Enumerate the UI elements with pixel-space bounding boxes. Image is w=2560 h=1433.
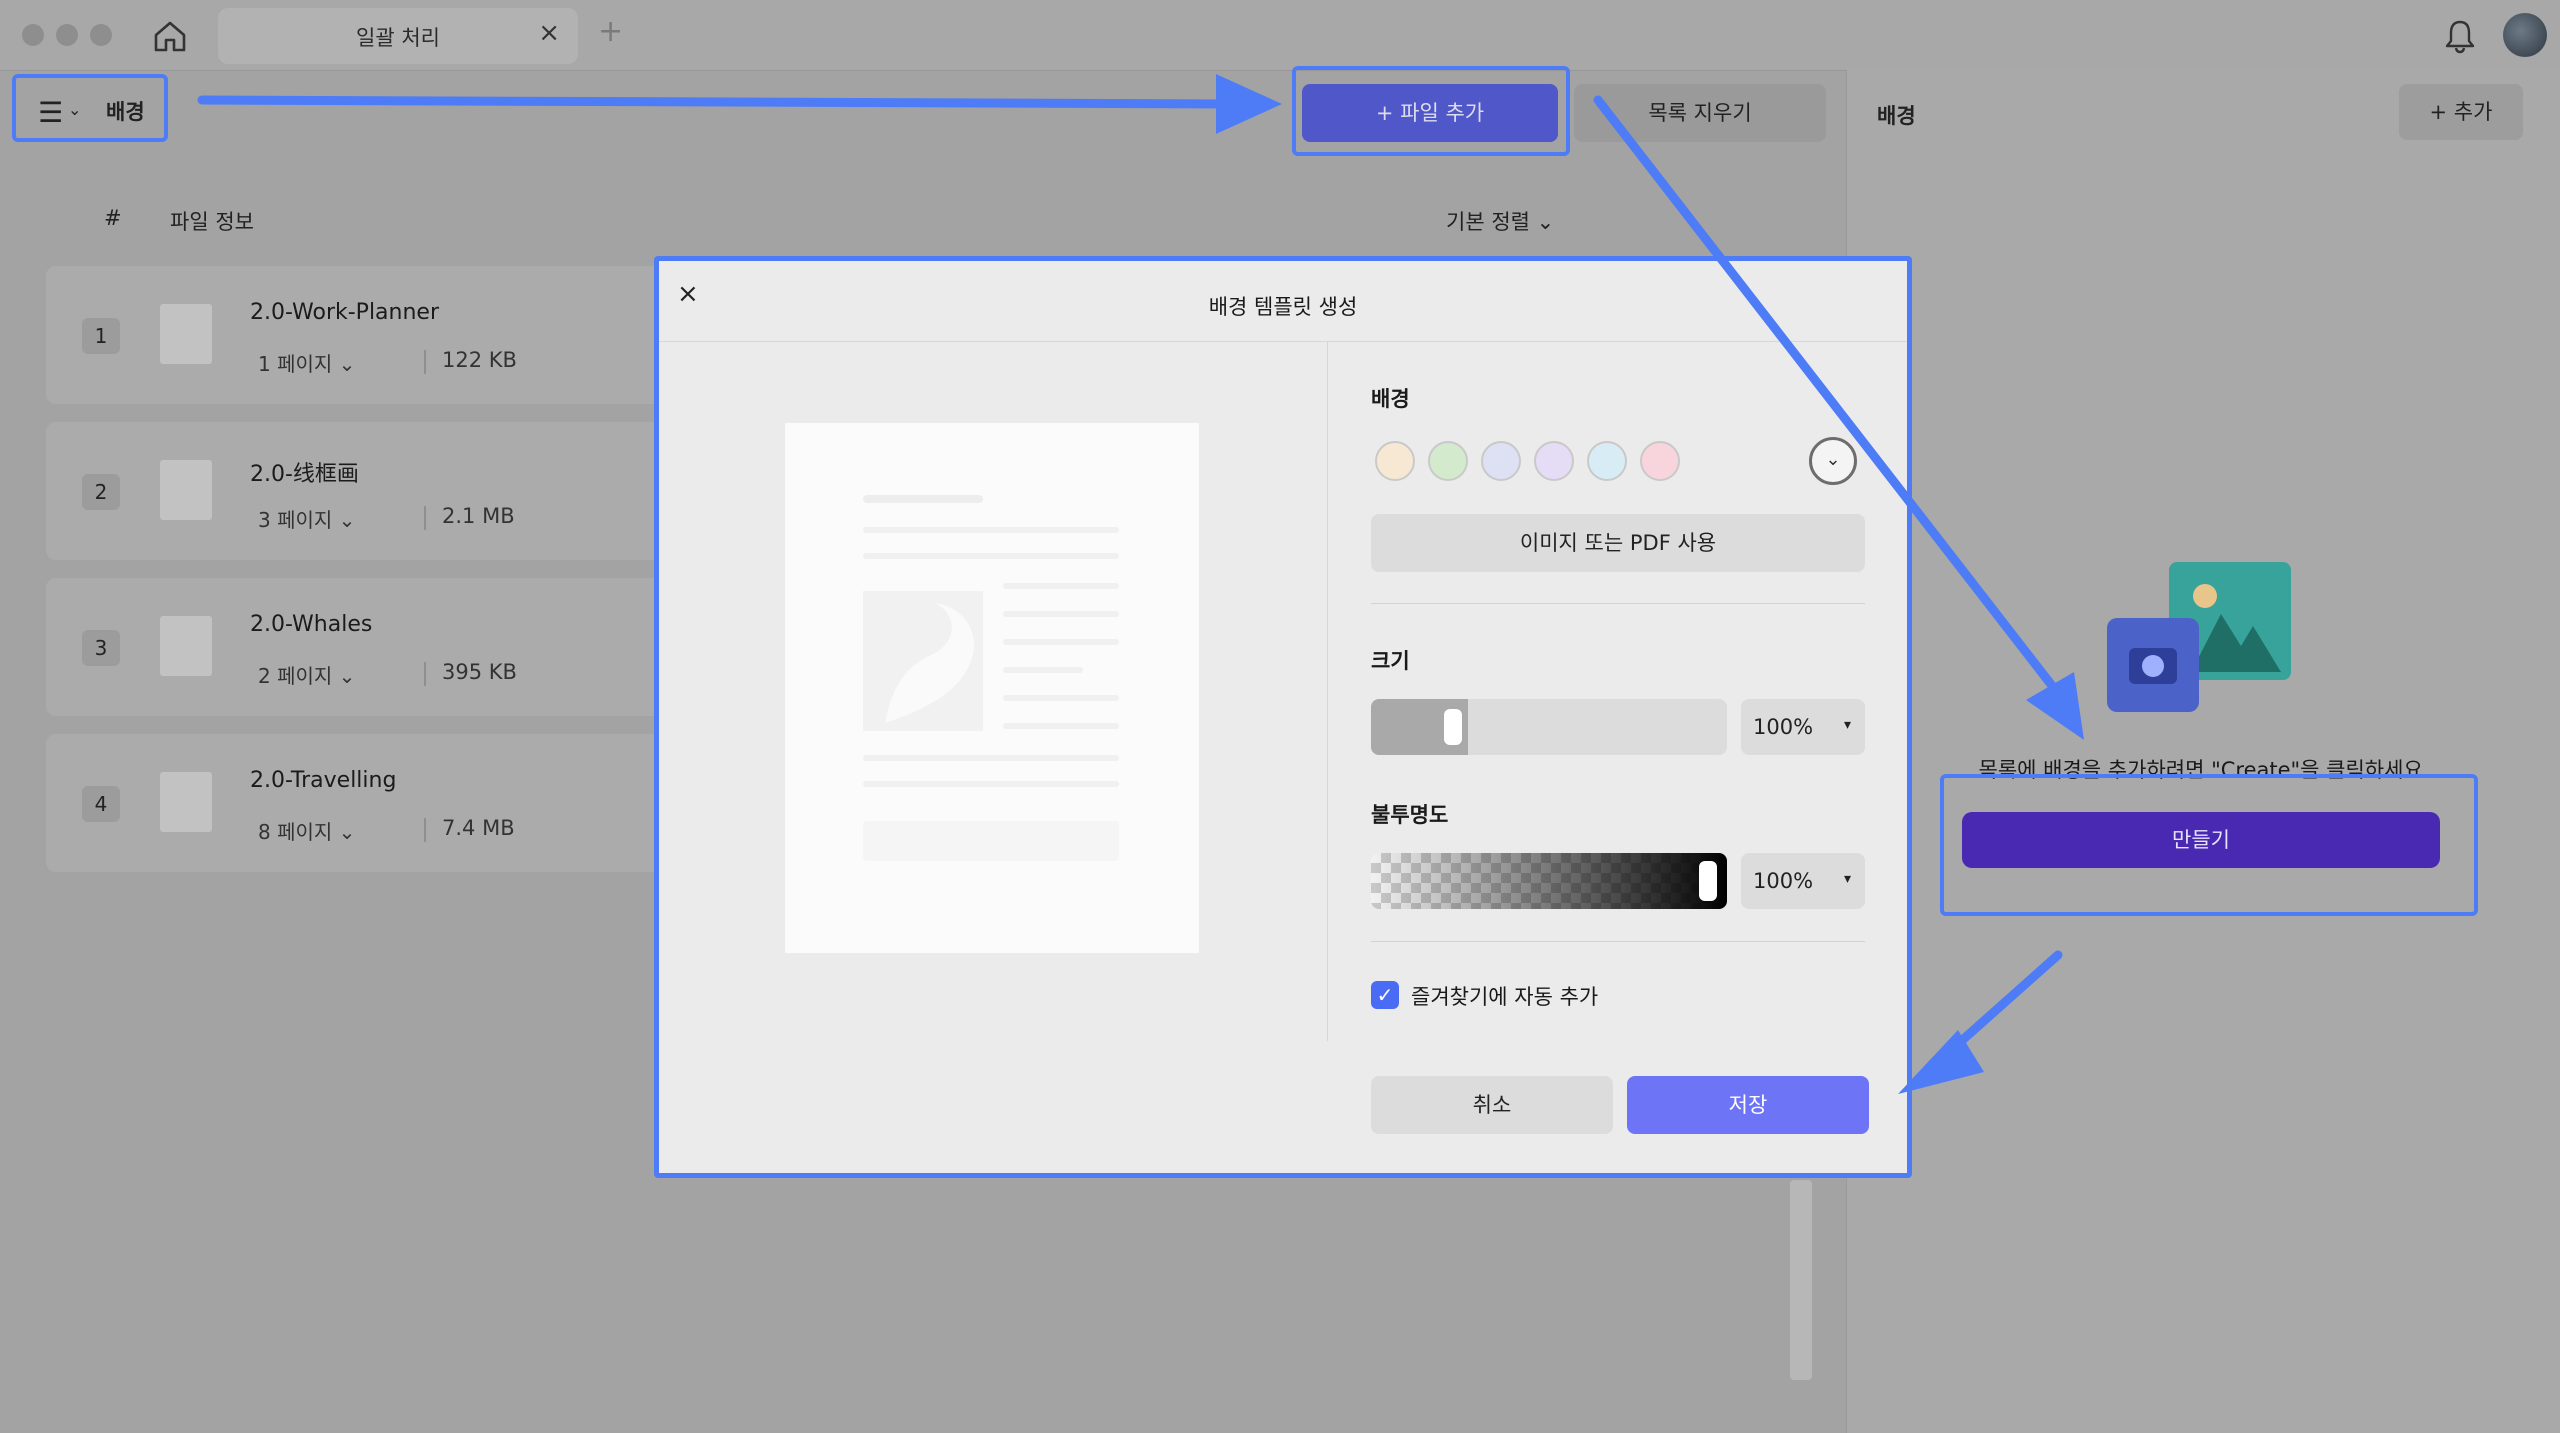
template-preview	[785, 423, 1199, 953]
divider	[659, 341, 1907, 342]
image-placeholder-icon	[2107, 562, 2291, 712]
file-size: 2.1 MB	[442, 504, 515, 528]
file-row[interactable]: 1 2.0-Work-Planner 1 페이지 ⌄ 122 KB	[46, 266, 686, 404]
file-thumbnail	[160, 304, 212, 364]
color-swatch-beige[interactable]	[1375, 441, 1415, 481]
file-name: 2.0-Whales	[250, 612, 373, 637]
divider	[424, 506, 426, 530]
file-row[interactable]: 4 2.0-Travelling 8 페이지 ⌄ 7.4 MB	[46, 734, 686, 872]
divider	[424, 662, 426, 686]
opacity-slider-handle[interactable]	[1699, 861, 1717, 901]
mode-menu-button[interactable]: ☰ ⌄ 배경	[12, 74, 168, 142]
size-slider-handle[interactable]	[1443, 709, 1462, 745]
file-index: 1	[82, 318, 120, 354]
mode-label: 배경	[106, 100, 145, 124]
avatar[interactable]	[2503, 13, 2547, 57]
caret-down-icon: ▾	[1843, 717, 1851, 733]
save-button[interactable]: 저장	[1627, 1076, 1869, 1134]
file-index: 2	[82, 474, 120, 510]
window-zoom-dot[interactable]	[90, 24, 112, 46]
add-file-button[interactable]: + 파일 추가	[1302, 84, 1558, 142]
file-row[interactable]: 2 2.0-线框画 3 페이지 ⌄ 2.1 MB	[46, 422, 686, 560]
dialog-title: 배경 템플릿 생성	[1208, 295, 1358, 319]
file-index: 4	[82, 786, 120, 822]
favorite-checkbox[interactable]: ✓	[1371, 981, 1399, 1009]
cancel-button[interactable]: 취소	[1371, 1076, 1613, 1134]
add-background-button[interactable]: + 추가	[2399, 84, 2523, 140]
tab-batch[interactable]: 일괄 처리 ×	[218, 8, 578, 64]
window-close-dot[interactable]	[22, 24, 44, 46]
title-bar: 일괄 처리 × +	[0, 0, 2560, 71]
page-count-dropdown[interactable]: 3 페이지 ⌄	[258, 504, 355, 533]
page-count-dropdown[interactable]: 1 페이지 ⌄	[258, 348, 355, 377]
divider	[1327, 341, 1328, 1041]
arrow-to-add-file	[197, 95, 1237, 109]
app-window: 일괄 처리 × + ☰ ⌄ 배경 + 파일 추가 목록 지우기 # 파일 정보 …	[0, 0, 2560, 1433]
new-tab-icon[interactable]: +	[598, 14, 623, 49]
tab-title: 일괄 처리	[356, 26, 440, 50]
file-index: 3	[82, 630, 120, 666]
column-header-file-info: 파일 정보	[170, 210, 254, 234]
menu-icon: ☰	[38, 96, 64, 129]
file-thumbnail	[160, 460, 212, 520]
home-icon[interactable]	[150, 16, 190, 56]
clear-list-button[interactable]: 목록 지우기	[1574, 84, 1826, 142]
file-name: 2.0-Work-Planner	[250, 300, 440, 325]
color-swatch-periwinkle[interactable]	[1481, 441, 1521, 481]
opacity-select[interactable]: 100% ▾	[1741, 853, 1865, 909]
size-slider[interactable]	[1371, 699, 1727, 755]
file-size: 122 KB	[442, 348, 517, 372]
divider	[1371, 941, 1865, 942]
page-count-dropdown[interactable]: 8 페이지 ⌄	[258, 816, 355, 845]
file-size: 395 KB	[442, 660, 517, 684]
divider	[424, 350, 426, 374]
bell-icon[interactable]	[2440, 16, 2480, 56]
opacity-slider[interactable]	[1371, 853, 1727, 909]
opacity-label: 불투명도	[1371, 803, 1449, 827]
file-thumbnail	[160, 772, 212, 832]
divider	[424, 818, 426, 842]
file-size: 7.4 MB	[442, 816, 515, 840]
tab-close-icon[interactable]: ×	[538, 18, 560, 48]
file-thumbnail	[160, 616, 212, 676]
sort-dropdown[interactable]: 기본 정렬 ⌄	[1446, 206, 1554, 236]
size-value: 100%	[1753, 715, 1814, 739]
color-swatch-sky[interactable]	[1587, 441, 1627, 481]
color-swatch-pink[interactable]	[1640, 441, 1680, 481]
panel-title: 배경	[1877, 104, 1916, 128]
scrollbar[interactable]	[1790, 1180, 1812, 1380]
background-section-label: 배경	[1371, 387, 1410, 411]
chevron-down-icon[interactable]: ⌄	[1809, 437, 1857, 485]
file-name: 2.0-线框画	[250, 462, 359, 487]
use-image-or-pdf-button[interactable]: 이미지 또는 PDF 사용	[1371, 514, 1865, 572]
file-row[interactable]: 3 2.0-Whales 2 페이지 ⌄ 395 KB	[46, 578, 686, 716]
create-template-dialog: × 배경 템플릿 생성 배경 ⌄ 이미지 또는 PDF 사용 크기 100% ▾…	[654, 256, 1912, 1178]
page-count-dropdown[interactable]: 2 페이지 ⌄	[258, 660, 355, 689]
color-swatch-green[interactable]	[1428, 441, 1468, 481]
column-header-number: #	[104, 206, 122, 230]
window-minimize-dot[interactable]	[56, 24, 78, 46]
divider	[1371, 603, 1865, 604]
color-swatch-lavender[interactable]	[1534, 441, 1574, 481]
file-name: 2.0-Travelling	[250, 768, 397, 793]
create-button[interactable]: 만들기	[1962, 812, 2440, 868]
background-panel: 배경 + 추가 목록에 배경을 추가하려면 "Create"을 클릭하세요.	[1846, 70, 2560, 1433]
size-label: 크기	[1371, 649, 1410, 673]
size-select[interactable]: 100% ▾	[1741, 699, 1865, 755]
opacity-value: 100%	[1753, 869, 1814, 893]
favorite-label: 즐겨찾기에 자동 추가	[1411, 985, 1599, 1009]
chevron-down-icon: ⌄	[68, 100, 82, 119]
caret-down-icon: ▾	[1843, 871, 1851, 887]
arrow-to-add-file-head	[1216, 74, 1282, 134]
